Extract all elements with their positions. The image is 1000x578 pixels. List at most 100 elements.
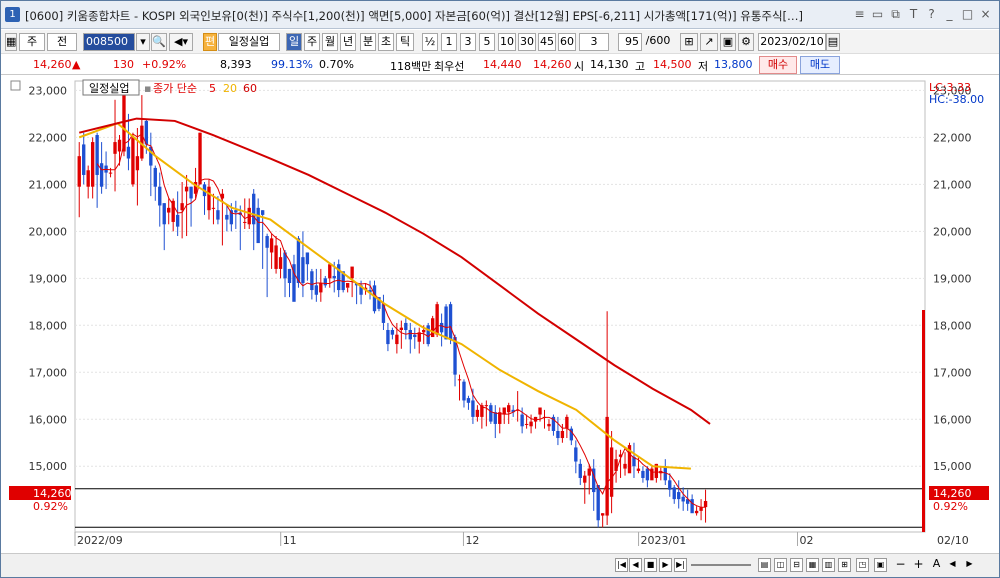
zoom-out-icon[interactable]: − [894, 558, 907, 572]
candle-body [524, 423, 529, 425]
open-price: 14,130 [590, 58, 629, 71]
candle-body [650, 468, 654, 481]
candle-body [332, 275, 336, 279]
scroll-right-icon[interactable]: ▶ [963, 558, 976, 572]
interval-60[interactable]: 60 [558, 33, 576, 51]
font-icon[interactable]: T [906, 6, 921, 22]
stop-icon[interactable]: ■ [644, 558, 657, 572]
close-icon[interactable]: × [978, 6, 993, 22]
candlestick-chart-svg[interactable]: 23,000 22,000 21,000 20,000 19,000 18,000 17,0… [1, 76, 999, 551]
candle-body [690, 499, 694, 514]
candle-body [583, 475, 587, 483]
candle-body [158, 186, 162, 206]
timeframe-minute[interactable]: 분 [360, 33, 376, 51]
scroll-prev-icon[interactable]: ◀ [629, 558, 642, 572]
plot-area [74, 80, 926, 533]
chart-icon[interactable]: ◳ [856, 558, 869, 572]
help-icon[interactable]: ? [924, 6, 939, 22]
settings-gear-icon[interactable]: ⚙ [738, 33, 754, 51]
code-dropdown-icon[interactable]: ▾ [136, 33, 150, 51]
y-tick-left: 22,000 [29, 131, 68, 144]
font-size-icon[interactable]: A [930, 558, 943, 572]
split-icon[interactable]: ⊟ [790, 558, 803, 572]
export-icon[interactable]: ⊞ [838, 558, 851, 572]
zoom-in-icon[interactable]: + [912, 558, 925, 572]
candle-body [426, 325, 430, 345]
y-tick-left: 20,000 [29, 225, 68, 238]
interval-45[interactable]: 45 [538, 33, 556, 51]
maximize-icon[interactable]: □ [960, 6, 975, 22]
candle-body [681, 496, 685, 502]
price-change-pct: +0.92% [142, 58, 187, 71]
scroll-first-icon[interactable]: |◀ [615, 558, 628, 572]
market-select[interactable]: 전 [47, 33, 77, 51]
bar-count-input[interactable]: 95 [618, 33, 642, 51]
x-tick-label: 2022/09 [77, 534, 123, 547]
buy-button[interactable]: 매수 [759, 56, 797, 74]
candle-body [556, 430, 560, 439]
tile-icon[interactable]: ⧉ [888, 6, 903, 22]
interval-30[interactable]: 30 [518, 33, 536, 51]
timeframe-second[interactable]: 초 [378, 33, 394, 51]
calendar-icon[interactable]: ▤ [826, 33, 840, 51]
period-select[interactable]: 주 [19, 33, 45, 51]
scroll-last-icon[interactable]: ▶| [674, 558, 687, 572]
timeframe-month[interactable]: 월 [322, 33, 338, 51]
candle-body [471, 400, 475, 417]
interval-10[interactable]: 10 [498, 33, 516, 51]
candle-body [395, 334, 399, 345]
search-icon[interactable]: 🔍 [151, 33, 167, 51]
hc-label: HC:-38.00 [929, 93, 984, 106]
scroll-left-icon[interactable]: ◀ [946, 558, 959, 572]
volume-ratio: 99.13% [271, 58, 313, 71]
timeframe-tick[interactable]: 틱 [396, 33, 414, 51]
save-icon[interactable]: ▣ [720, 33, 736, 51]
interval-spin[interactable]: 3 [579, 33, 609, 51]
edit-badge[interactable]: 편 [203, 33, 217, 51]
candle-body [668, 480, 672, 490]
candle-body [484, 405, 489, 407]
candle-body [350, 266, 354, 279]
price-chart[interactable]: 23,000 22,000 21,000 20,000 19,000 18,000 17,0… [1, 76, 999, 551]
stock-code-input[interactable]: 008500 [83, 33, 135, 51]
restore-icon[interactable]: ▭ [870, 6, 885, 22]
date-input[interactable]: 2023/02/10 [758, 33, 826, 51]
scroll-bar[interactable]: |◀ ◀ ■ ▶ ▶| ▤ ◫ ⊟ ▦ ▥ ⊞ ◳ ▣ − + A ◀ ▶ [1, 553, 999, 577]
zoom-slider[interactable] [691, 564, 751, 566]
play-icon[interactable]: ▶ [659, 558, 672, 572]
menu-icon[interactable]: ≡ [852, 6, 867, 22]
legend-expand-icon[interactable] [10, 80, 21, 91]
half-button[interactable]: ½ [422, 33, 438, 51]
print-icon[interactable]: ▥ [822, 558, 835, 572]
draw-tool-icon[interactable]: ↗ [700, 33, 718, 51]
y-tick-left: 15,000 [29, 460, 68, 473]
timeframe-week[interactable]: 주 [304, 33, 320, 51]
compare-icon[interactable]: ◫ [774, 558, 787, 572]
candle-body [574, 447, 578, 462]
candle-body [703, 500, 708, 508]
candle-body [694, 510, 699, 514]
timeframe-day[interactable]: 일 [286, 33, 302, 51]
candle-body [328, 264, 332, 279]
candle-body [578, 463, 582, 478]
grid-icon[interactable]: ▦ [5, 33, 17, 51]
interval-1[interactable]: 1 [441, 33, 457, 51]
candle-body [444, 306, 448, 340]
y-tick-right: 19,000 [933, 272, 972, 285]
image-icon[interactable]: ▣ [874, 558, 887, 572]
timeframe-year[interactable]: 년 [340, 33, 356, 51]
sell-button[interactable]: 매도 [800, 56, 840, 74]
interval-3[interactable]: 3 [460, 33, 476, 51]
minimize-icon[interactable]: _ [942, 6, 957, 22]
candle-body [283, 252, 287, 279]
best-bid: 14,260 [533, 58, 572, 71]
indicator-icon[interactable]: ⊞ [680, 33, 698, 51]
interval-5[interactable]: 5 [479, 33, 495, 51]
layout-icon[interactable]: ▤ [758, 558, 771, 572]
sound-icon[interactable]: ◀▾ [169, 33, 193, 51]
candle-body [520, 414, 524, 427]
bar-count-total: /600 [645, 34, 671, 47]
candle-body [677, 492, 681, 500]
best-quote-label: 최우선 [434, 60, 465, 73]
table-icon[interactable]: ▦ [806, 558, 819, 572]
